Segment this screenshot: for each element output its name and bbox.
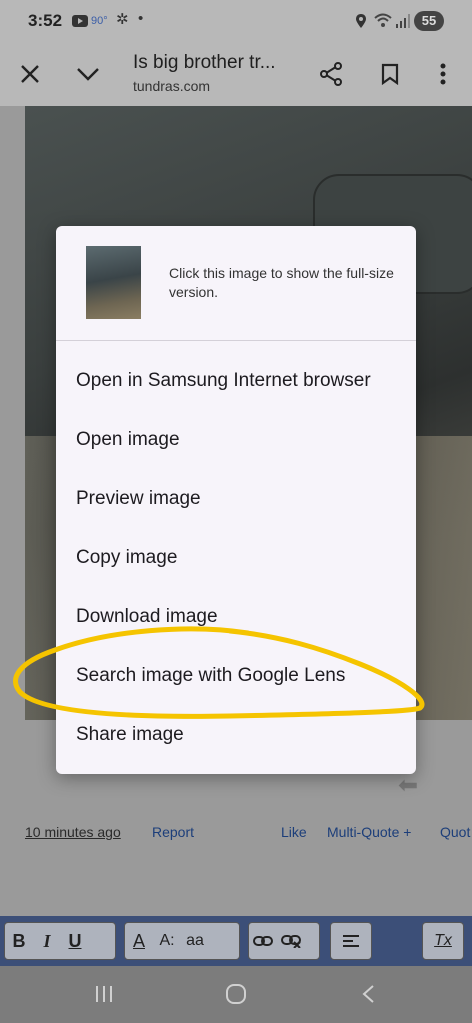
signal-icon [396,14,410,28]
underline-button[interactable]: U [61,924,89,958]
report-link[interactable]: Report [152,824,194,840]
back-button[interactable] [353,980,383,1008]
image-thumbnail[interactable] [86,246,141,319]
full-size-hint: Click this image to show the full-size v… [169,265,394,300]
recent-apps-button[interactable] [89,980,119,1008]
system-nav-bar [0,966,472,1023]
menu-item-download-image[interactable]: Download image [56,587,416,646]
font-family-button[interactable]: aa [181,924,209,958]
page-title: Is big brother tr... [133,52,276,73]
align-left-icon [343,935,359,947]
multi-quote-link[interactable]: Multi-Quote + [327,824,411,840]
menu-item-search-google-lens[interactable]: Search image with Google Lens [56,646,416,705]
menu-item-open-in-samsung-internet[interactable]: Open in Samsung Internet browser [56,351,416,410]
browser-toolbar: Is big brother tr... tundras.com [0,44,472,106]
close-button[interactable] [12,56,48,92]
close-icon [21,65,39,83]
text-style-group: B I U [4,922,116,960]
align-group [330,922,372,960]
clear-format-button[interactable]: Tx [429,924,457,958]
clear-format-group: Tx [422,922,464,960]
bold-button[interactable]: B [5,924,33,958]
menu-item-preview-image[interactable]: Preview image [56,469,416,528]
menu-item-share-image[interactable]: Share image [56,705,416,764]
font-group: A A: aa [124,922,240,960]
post-time-link[interactable]: 10 minutes ago [25,824,121,840]
like-link[interactable]: Like [281,824,307,840]
menu-item-open-image[interactable]: Open image [56,410,416,469]
battery-indicator: 55 [414,11,444,31]
pinwheel-icon: ✲ [116,11,129,28]
chevron-down-icon [77,68,99,81]
menu-divider [56,340,416,341]
font-size-button[interactable]: A: [153,924,181,958]
youtube-icon [72,15,88,27]
insert-link-button[interactable] [249,924,277,958]
menu-item-copy-image[interactable]: Copy image [56,528,416,587]
share-icon [320,62,342,86]
wifi-icon [374,13,392,27]
home-button[interactable] [221,980,251,1008]
bookmark-icon [381,63,399,85]
link-icon [253,936,273,946]
editor-toolbar: B I U A A: aa Tx [0,916,472,966]
unlink-icon [281,935,301,948]
status-bar: 3:52 90° ✲ • 55 [0,0,472,44]
collapse-button[interactable] [70,56,106,92]
more-vertical-icon [440,63,446,85]
status-time: 3:52 [28,11,63,30]
text-color-button[interactable]: A [125,924,153,958]
quote-link[interactable]: Quot [440,824,470,840]
share-button[interactable] [313,56,349,92]
italic-button[interactable]: I [33,924,61,958]
home-icon [226,984,246,1004]
image-context-menu: Click this image to show the full-size v… [56,226,416,774]
bookmark-button[interactable] [372,56,408,92]
back-arrow-icon: ⬅ [398,772,419,799]
recent-apps-icon [96,986,112,1002]
weather-temperature: 90° [91,15,108,27]
page-url: tundras.com [133,78,211,94]
more-options-button[interactable] [425,56,461,92]
align-left-button[interactable] [337,924,365,958]
remove-link-button[interactable] [277,924,305,958]
reply-area [0,866,472,916]
back-icon [362,985,374,1003]
notification-dot-icon: • [138,10,144,27]
link-group [248,922,320,960]
location-icon [356,14,366,28]
